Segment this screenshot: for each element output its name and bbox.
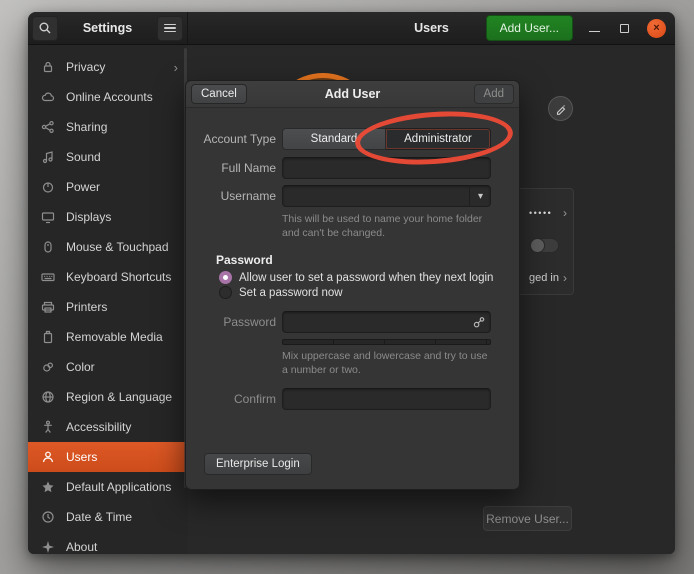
edit-avatar-button[interactable]: [548, 96, 573, 121]
music-note-icon: [40, 149, 56, 165]
sidebar-item-date-time[interactable]: Date & Time: [28, 502, 188, 532]
users-icon: [40, 449, 56, 465]
cloud-icon: [40, 89, 56, 105]
keyboard-icon: [40, 269, 56, 285]
accessibility-icon: [40, 419, 56, 435]
toggle-switch[interactable]: [529, 238, 559, 253]
password-strength-meter: [282, 339, 491, 345]
sidebar-item-privacy[interactable]: Privacy ›: [28, 52, 188, 82]
user-settings-fragment: ••••• › ged in ›: [520, 188, 574, 295]
chevron-right-icon: ›: [563, 271, 567, 285]
full-name-row: Full Name: [186, 157, 521, 179]
confirm-row: Confirm: [186, 388, 521, 410]
search-icon: [38, 21, 52, 35]
sidebar-item-sharing[interactable]: Sharing: [28, 112, 188, 142]
generate-password-key-icon[interactable]: [472, 315, 486, 329]
account-type-label: Account Type: [186, 132, 276, 146]
sidebar-item-keyboard-shortcuts[interactable]: Keyboard Shortcuts: [28, 262, 188, 292]
add-user-button[interactable]: Add User...: [486, 15, 573, 41]
password-section-heading: Password: [216, 253, 273, 267]
chevron-right-icon: ›: [563, 206, 567, 220]
username-dropdown-button[interactable]: ▾: [469, 185, 491, 207]
sidebar-item-power[interactable]: Power: [28, 172, 188, 202]
chevron-down-icon: ▾: [478, 191, 483, 202]
sidebar-item-region-language[interactable]: Region & Language: [28, 382, 188, 412]
cancel-button[interactable]: Cancel: [191, 84, 247, 104]
mouse-icon: [40, 239, 56, 255]
sidebar-item-users[interactable]: Users: [28, 442, 188, 472]
dialog-header: Add User Cancel Add: [186, 81, 519, 108]
sidebar-item-mouse-touchpad[interactable]: Mouse & Touchpad: [28, 232, 188, 262]
chevron-right-icon: ›: [174, 60, 178, 75]
removable-media-icon: [40, 329, 56, 345]
remove-user-button[interactable]: Remove User...: [483, 506, 572, 531]
settings-window: Settings Users Add User... × Privacy › O…: [28, 12, 675, 554]
app-title: Settings: [58, 21, 157, 35]
about-icon: [40, 539, 56, 554]
password-row-fragment[interactable]: ••••• ›: [529, 197, 567, 229]
password-input[interactable]: [282, 311, 491, 333]
sidebar-item-default-applications[interactable]: Default Applications: [28, 472, 188, 502]
minimize-icon[interactable]: [589, 24, 600, 32]
username-input[interactable]: [282, 185, 491, 207]
color-icon: [40, 359, 56, 375]
sidebar-item-accessibility[interactable]: Accessibility: [28, 412, 188, 442]
automatic-login-row-fragment: [529, 229, 567, 261]
radio-unselected-icon[interactable]: [219, 286, 232, 299]
username-row: Username ▾: [186, 185, 521, 207]
logged-in-text: ged in: [529, 272, 559, 284]
add-user-dialog: Add User Cancel Add Account Type Standar…: [185, 80, 520, 490]
sidebar-item-online-accounts[interactable]: Online Accounts: [28, 82, 188, 112]
add-button[interactable]: Add: [474, 84, 514, 104]
toggle-knob: [530, 238, 545, 253]
sidebar-item-printers[interactable]: Printers: [28, 292, 188, 322]
sidebar-item-color[interactable]: Color: [28, 352, 188, 382]
account-type-row: Account Type Standard Administrator: [186, 128, 521, 150]
radio-selected-icon[interactable]: [219, 271, 232, 284]
password-dots: •••••: [529, 208, 552, 218]
printer-icon: [40, 299, 56, 315]
sidebar: Privacy › Online Accounts Sharing Sound …: [28, 45, 188, 554]
password-hint: Mix uppercase and lowercase and try to u…: [282, 349, 496, 377]
password-set-now-option[interactable]: Set a password now: [219, 286, 343, 299]
password-next-login-option[interactable]: Allow user to set a password when they n…: [219, 271, 493, 284]
page-title: Users: [188, 21, 675, 35]
pencil-icon: [555, 103, 567, 115]
maximize-icon[interactable]: [620, 24, 629, 33]
power-icon: [40, 179, 56, 195]
username-label: Username: [186, 189, 276, 203]
username-hint: This will be used to name your home fold…: [282, 212, 496, 240]
password-row: Password: [186, 311, 521, 333]
search-button[interactable]: [32, 16, 58, 41]
lock-icon: [40, 59, 56, 75]
sidebar-item-sound[interactable]: Sound: [28, 142, 188, 172]
password-label: Password: [186, 315, 276, 329]
confirm-input[interactable]: [282, 388, 491, 410]
menu-icon: [164, 24, 176, 33]
clock-icon: [40, 509, 56, 525]
full-name-label: Full Name: [186, 161, 276, 175]
logged-in-row-fragment[interactable]: ged in ›: [529, 262, 567, 294]
standard-account-button[interactable]: Standard: [282, 128, 386, 150]
close-icon[interactable]: ×: [647, 19, 666, 38]
sidebar-item-displays[interactable]: Displays: [28, 202, 188, 232]
share-icon: [40, 119, 56, 135]
titlebar: Settings Users Add User... ×: [28, 12, 675, 45]
confirm-label: Confirm: [186, 392, 276, 406]
globe-icon: [40, 389, 56, 405]
administrator-account-button[interactable]: Administrator: [386, 128, 491, 150]
titlebar-left: Settings: [28, 12, 188, 44]
star-icon: [40, 479, 56, 495]
sidebar-item-removable-media[interactable]: Removable Media: [28, 322, 188, 352]
enterprise-login-button[interactable]: Enterprise Login: [204, 453, 312, 475]
sidebar-item-about[interactable]: About: [28, 532, 188, 554]
display-icon: [40, 209, 56, 225]
full-name-input[interactable]: [282, 157, 491, 179]
menu-button[interactable]: [157, 16, 183, 41]
titlebar-right: Users Add User... ×: [188, 12, 675, 44]
